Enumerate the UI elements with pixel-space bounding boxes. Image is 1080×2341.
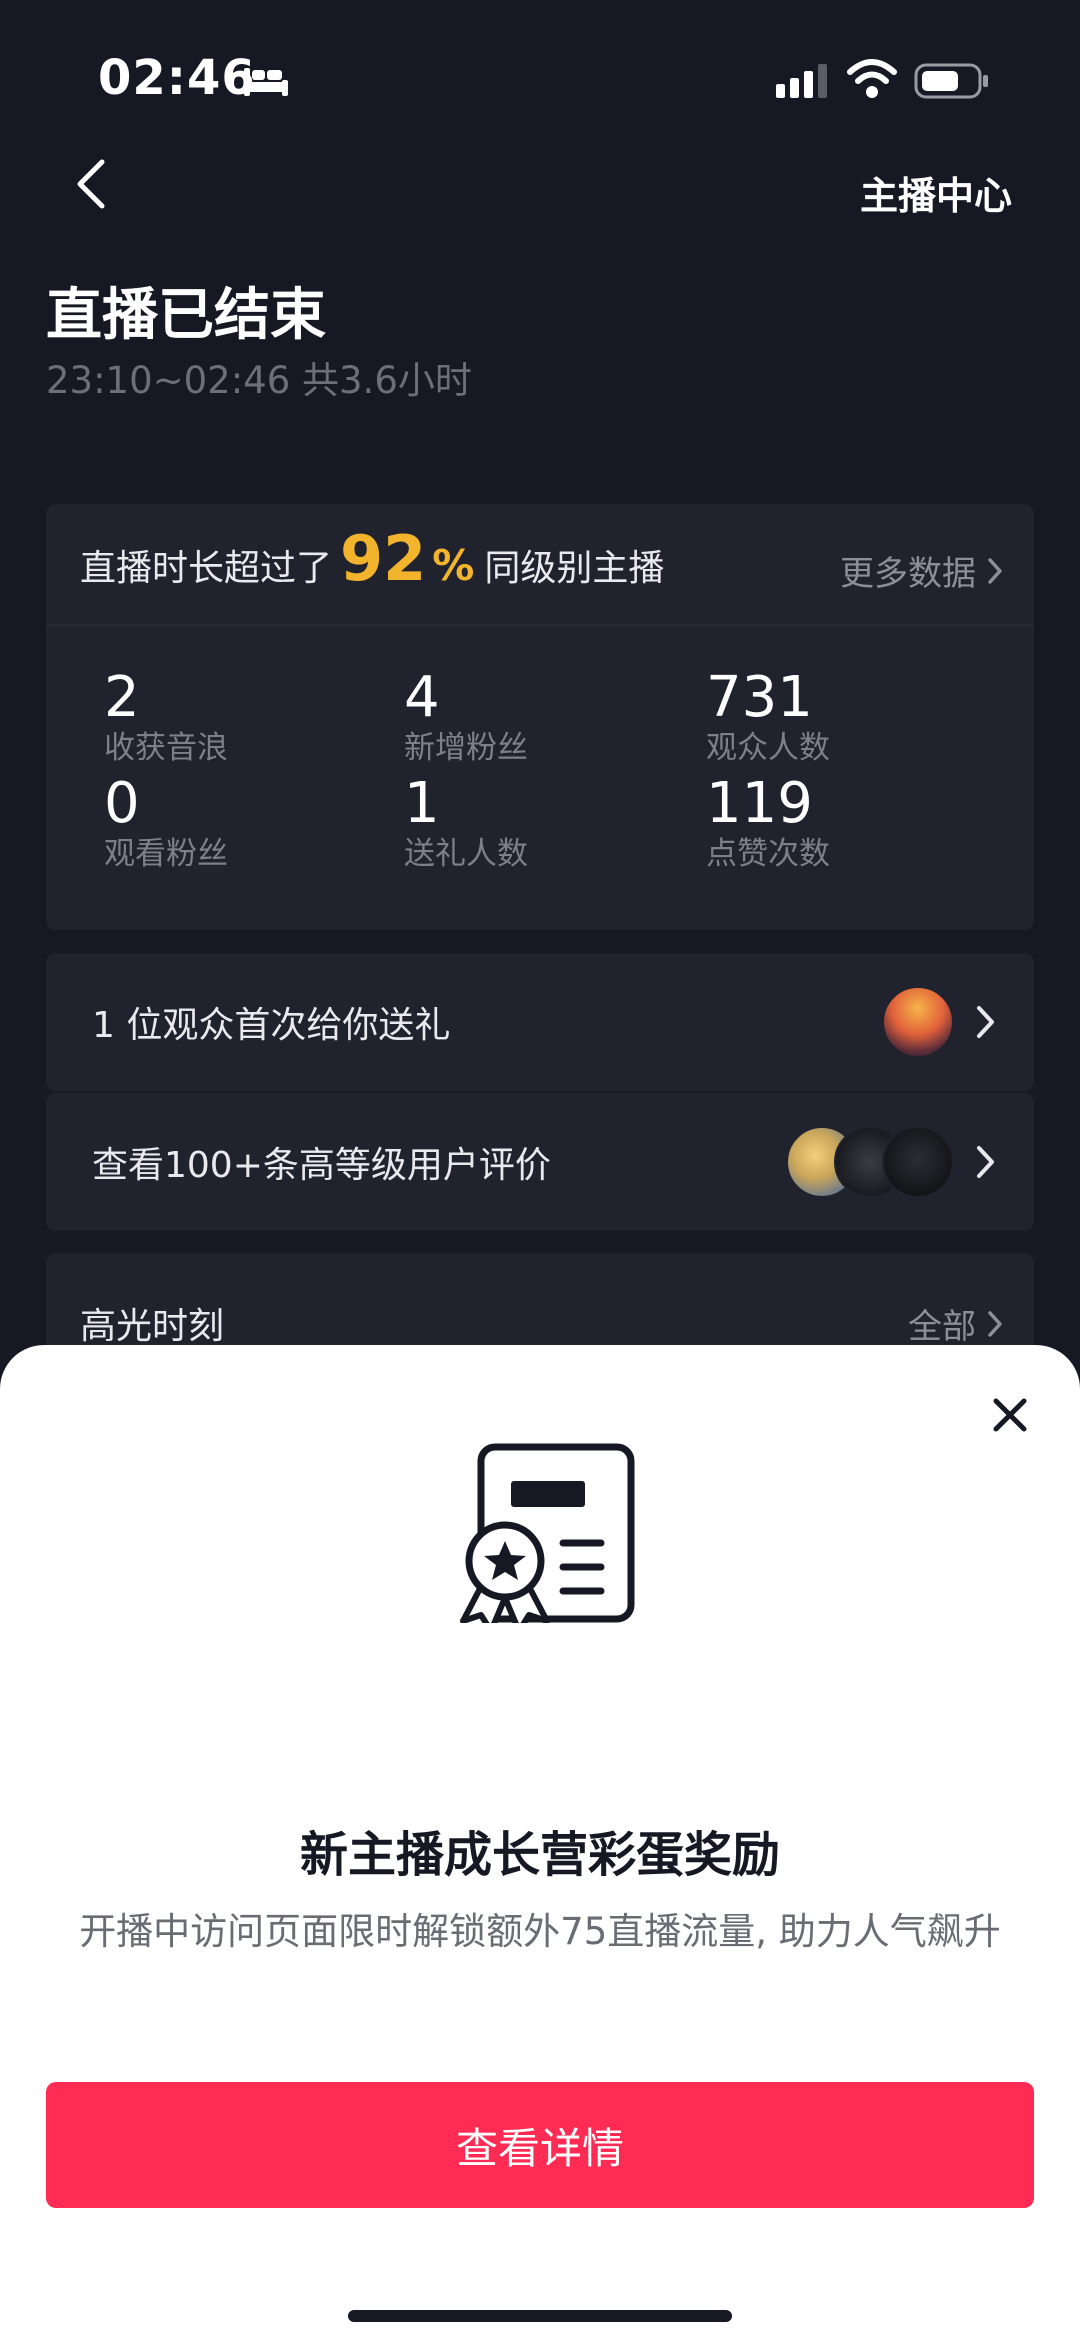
metric-label: 新增粉丝 bbox=[404, 730, 528, 766]
more-data-link[interactable]: 更多数据 bbox=[840, 546, 1004, 595]
metric-label: 收获音浪 bbox=[104, 730, 228, 766]
sheet-description: 开播中访问页面限时解锁额外75直播流量, 助力人气飙升 bbox=[79, 1910, 1001, 1953]
highlights-row[interactable]: 高光时刻 全部 bbox=[46, 1253, 1034, 1353]
signal-icon bbox=[776, 64, 827, 98]
metric-viewers: 731 观众人数 bbox=[706, 668, 830, 768]
metric-value: 1 bbox=[404, 771, 440, 836]
stats-header: 直播时长超过了 92 % 同级别主播 更多数据 bbox=[46, 504, 1034, 626]
highlights-label: 高光时刻 bbox=[80, 1306, 225, 1347]
reviews-row[interactable]: 查看100+条高等级用户评价 bbox=[46, 1093, 1034, 1231]
wifi-icon bbox=[847, 59, 897, 98]
headline-suffix: 同级别主播 bbox=[484, 548, 665, 589]
chevron-right-icon bbox=[988, 557, 1002, 584]
reward-bottom-sheet: 新主播成长营彩蛋奖励 开播中访问页面限时解锁额外75直播流量, 助力人气飙升 查… bbox=[0, 1345, 1080, 2341]
metric-label: 观看粉丝 bbox=[104, 836, 228, 872]
stats-card: 直播时长超过了 92 % 同级别主播 更多数据 2 收获音浪 4 新增粉丝 73… bbox=[46, 504, 1034, 930]
battery-icon bbox=[914, 63, 988, 99]
highlights-all-label: 全部 bbox=[908, 1307, 976, 1347]
percent-value: 92 bbox=[340, 522, 427, 595]
anchor-center-link[interactable]: 主播中心 bbox=[860, 165, 1012, 220]
back-button[interactable] bbox=[68, 154, 114, 214]
chevron-right-icon bbox=[988, 1310, 1002, 1337]
headline-prefix: 直播时长超过了 bbox=[80, 548, 333, 589]
highlights-all-link[interactable]: 全部 bbox=[908, 1299, 1004, 1348]
close-icon[interactable] bbox=[990, 1395, 1030, 1435]
status-time: 02:46 bbox=[98, 50, 256, 106]
stats-headline: 直播时长超过了 92 % 同级别主播 bbox=[80, 522, 664, 595]
reviews-label: 查看100+条高等级用户评价 bbox=[92, 1145, 551, 1186]
certificate-icon bbox=[460, 1443, 635, 1623]
metric-likes: 119 点赞次数 bbox=[706, 774, 830, 874]
chevron-right-icon bbox=[977, 1006, 994, 1038]
home-indicator[interactable] bbox=[348, 2310, 732, 2322]
avatar bbox=[882, 986, 954, 1058]
metric-value: 4 bbox=[404, 665, 440, 730]
first-gift-row[interactable]: 1 位观众首次给你送礼 bbox=[46, 953, 1034, 1091]
avatar bbox=[882, 1126, 954, 1198]
metric-label: 点赞次数 bbox=[706, 836, 830, 872]
metric-sound-waves: 2 收获音浪 bbox=[104, 668, 228, 768]
live-duration: 23:10~02:46 共3.6小时 bbox=[46, 359, 472, 402]
first-gift-label: 1 位观众首次给你送礼 bbox=[92, 1005, 451, 1046]
chevron-right-icon bbox=[977, 1146, 994, 1178]
bed-icon bbox=[244, 68, 288, 96]
view-details-button[interactable]: 查看详情 bbox=[46, 2082, 1034, 2208]
more-data-label: 更多数据 bbox=[840, 554, 976, 594]
metric-new-fans: 4 新增粉丝 bbox=[404, 668, 528, 768]
metric-value: 2 bbox=[104, 665, 140, 730]
percent-sign: % bbox=[432, 541, 475, 590]
page-title: 直播已结束 bbox=[46, 283, 326, 348]
sheet-title: 新主播成长营彩蛋奖励 bbox=[299, 1827, 780, 1883]
metric-label: 送礼人数 bbox=[404, 836, 528, 872]
metric-value: 0 bbox=[104, 771, 140, 836]
metric-label: 观众人数 bbox=[706, 730, 830, 766]
metric-watching-fans: 0 观看粉丝 bbox=[104, 774, 228, 874]
metric-value: 731 bbox=[706, 665, 813, 730]
metric-gifters: 1 送礼人数 bbox=[404, 774, 528, 874]
metric-value: 119 bbox=[706, 771, 813, 836]
